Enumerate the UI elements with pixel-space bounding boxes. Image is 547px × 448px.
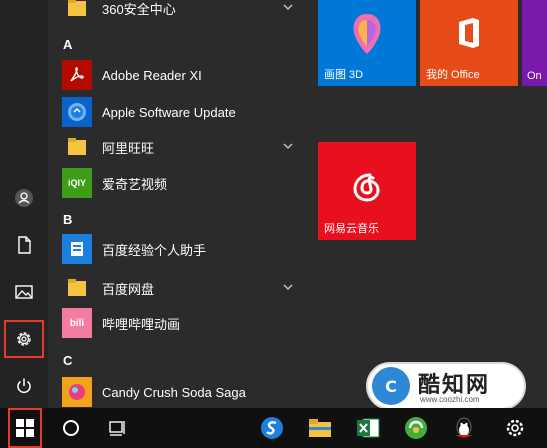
netease-music-icon [353, 173, 380, 202]
tile-onenote[interactable]: On [522, 0, 547, 86]
taskbar-app-sogou[interactable] [254, 408, 290, 448]
tile-label: 画图 3D [324, 69, 364, 81]
app-label: 百度经验个人助手 [102, 242, 207, 258]
bilibili-icon: bili [62, 308, 92, 338]
start-button[interactable] [8, 408, 42, 448]
candy-crush-icon [62, 377, 92, 407]
list-item-candy-crush[interactable]: Candy Crush Soda Saga [62, 375, 304, 409]
cortana-button[interactable] [56, 408, 86, 448]
gear-icon [17, 332, 31, 346]
taskbar [0, 408, 547, 448]
pictures-button[interactable] [4, 273, 44, 311]
gear-icon [506, 419, 524, 437]
list-item-aliwangwang[interactable]: 阿里旺旺 [62, 130, 304, 164]
tile-my-office[interactable]: 我的 Office [420, 0, 518, 86]
taskbar-app-explorer[interactable] [302, 408, 338, 448]
tile-label: On [527, 70, 542, 82]
list-item-adobe-reader[interactable]: Adobe Reader XI [62, 58, 304, 92]
document-icon [18, 236, 31, 254]
app-label: Candy Crush Soda Saga [102, 384, 246, 400]
folder-icon [62, 273, 92, 303]
settings-button[interactable] [4, 320, 44, 358]
watermark: C 酷知网 www.coozhi.com [366, 362, 526, 410]
list-item-iqiyi[interactable]: iQIY 爱奇艺视频 [62, 166, 304, 200]
apple-update-icon [62, 97, 92, 127]
coozhi-logo-icon: C [372, 367, 410, 405]
app-label: Apple Software Update [102, 104, 236, 120]
folder-icon [62, 132, 92, 162]
tile-netease-music[interactable]: 网易云音乐 [318, 142, 416, 240]
app-list[interactable]: 360安全中心 A Adobe Reader XI Apple Software… [54, 0, 304, 408]
windows-logo-icon [16, 419, 34, 437]
list-item-baidu-netdisk[interactable]: 百度网盘 [62, 271, 304, 305]
chevron-down-icon[interactable] [282, 281, 294, 293]
chevron-down-icon[interactable] [282, 140, 294, 152]
adobe-reader-icon [62, 60, 92, 90]
documents-button[interactable] [4, 226, 44, 264]
power-icon [17, 378, 31, 394]
app-label: 阿里旺旺 [102, 140, 155, 156]
user-account-button[interactable] [4, 179, 44, 217]
taskbar-app-excel[interactable] [350, 408, 386, 448]
app-label: 360安全中心 [102, 1, 176, 17]
cortana-icon [63, 420, 79, 436]
user-icon [15, 189, 33, 207]
paint3d-icon [353, 14, 381, 54]
baidu-jingyan-icon [62, 234, 92, 264]
taskbar-app-settings[interactable] [497, 408, 533, 448]
app-label: 爱奇艺视频 [102, 176, 168, 192]
taskbar-app-360[interactable] [398, 408, 434, 448]
task-view-button[interactable] [102, 408, 132, 448]
left-rail [0, 0, 48, 408]
app-label: 百度网盘 [102, 281, 155, 297]
sogou-browser-icon [261, 417, 283, 439]
section-header-c[interactable]: C [63, 353, 72, 368]
tile-label: 网易云音乐 [324, 223, 379, 235]
tile-label: 我的 Office [426, 69, 480, 81]
list-item-bilibili[interactable]: bili 哔哩哔哩动画 [62, 306, 304, 340]
section-header-b[interactable]: B [63, 212, 72, 227]
start-menu: 360安全中心 A Adobe Reader XI Apple Software… [0, 0, 547, 410]
office-icon [459, 18, 479, 48]
iqiyi-icon: iQIY [62, 168, 92, 198]
taskbar-app-qq[interactable] [446, 408, 482, 448]
section-header-a[interactable]: A [63, 37, 72, 52]
app-label: Adobe Reader XI [102, 67, 202, 83]
qq-penguin-icon [456, 417, 472, 438]
list-item-360[interactable]: 360安全中心 [62, 0, 304, 25]
power-button[interactable] [4, 367, 44, 405]
picture-icon [15, 285, 33, 299]
watermark-url: www.coozhi.com [420, 395, 480, 404]
file-explorer-icon [309, 419, 331, 437]
excel-icon [357, 418, 380, 438]
task-view-icon [109, 421, 125, 436]
folder-icon [62, 0, 92, 23]
list-item-apple-update[interactable]: Apple Software Update [62, 95, 304, 129]
360-browser-icon [405, 417, 427, 439]
chevron-down-icon[interactable] [282, 1, 294, 13]
list-item-baidu-jingyan[interactable]: 百度经验个人助手 [62, 232, 304, 266]
app-label: 哔哩哔哩动画 [102, 316, 181, 332]
tile-paint3d[interactable]: 画图 3D [318, 0, 416, 86]
